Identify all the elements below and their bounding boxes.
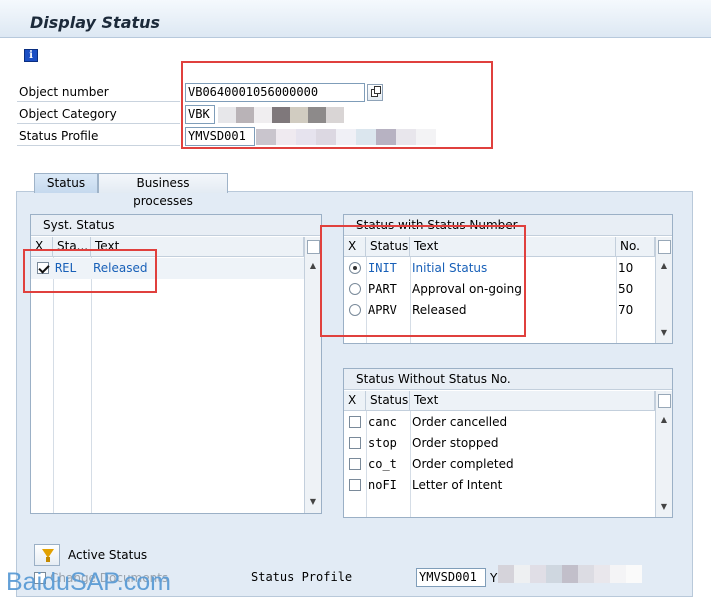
status-without-number-group: Status Without Status No. X Status Text … [343,368,673,518]
table-row[interactable]: co_t Order completed [344,454,655,475]
table-row[interactable]: noFI Letter of Intent [344,475,655,496]
column-header-x[interactable]: X [344,391,366,411]
syst-status-title: Syst. Status [31,215,321,236]
table-row[interactable]: stop Order stopped [344,433,655,454]
tab-business-processes[interactable]: Business processes [98,173,228,208]
highlight-status-with-number [320,225,526,337]
status-text: Order completed [412,457,514,471]
object-number-label: Object number [17,84,180,102]
status-text: Order cancelled [412,415,508,429]
row-checkbox[interactable] [349,479,361,491]
active-status-button[interactable] [34,544,60,566]
status-without-number-table: X Status Text canc Order cancelled stop … [344,391,672,517]
status-code: co_t [368,457,397,471]
footer-status-profile-label: Status Profile [251,570,353,584]
watermark: BaiduSAP.com [6,568,171,596]
status-text: Letter of Intent [412,478,503,492]
status-profile-label: Status Profile [17,128,180,146]
row-checkbox[interactable] [349,437,361,449]
scroll-down-icon[interactable]: ▼ [656,500,672,514]
status-number: 50 [618,282,634,296]
status-number: 70 [618,303,634,317]
scroll-up-icon[interactable]: ▲ [305,259,321,273]
info-icon[interactable]: i [24,49,38,62]
status-code: canc [368,415,397,429]
table-row[interactable]: canc Order cancelled [344,412,655,433]
syst-status-scrollbar[interactable]: ▲ ▼ [304,237,321,513]
footer-status-profile-trailing: Y [490,571,498,585]
status-code: noFI [368,478,397,492]
status-number: 10 [618,261,634,275]
tab-status[interactable]: Status [34,173,98,193]
scroll-up-icon[interactable]: ▲ [656,259,672,273]
highlight-syst-status-row [23,249,157,293]
status-without-number-scrollbar[interactable]: ▲ ▼ [655,391,672,517]
status-text: Order stopped [412,436,499,450]
active-status-label[interactable]: Active Status [68,548,147,562]
table-header: X Status Text [344,391,655,411]
column-header-number[interactable]: No. [616,237,655,257]
highlight-header-fields [181,61,493,149]
row-checkbox[interactable] [349,416,361,428]
scroll-down-icon[interactable]: ▼ [656,326,672,340]
page-title: Display Status [30,13,161,32]
scroll-down-icon[interactable]: ▼ [305,495,321,509]
object-category-label: Object Category [17,106,180,124]
column-header-status[interactable]: Status [366,391,410,411]
column-header-text[interactable]: Text [410,391,655,411]
footer-status-profile-field[interactable]: YMVSD001 [416,568,486,587]
status-without-number-title: Status Without Status No. [344,369,672,390]
scroll-up-icon[interactable]: ▲ [656,413,672,427]
status-with-number-scrollbar[interactable]: ▲ ▼ [655,237,672,343]
row-checkbox[interactable] [349,458,361,470]
status-code: stop [368,436,397,450]
footer-status-profile-description [498,565,658,583]
